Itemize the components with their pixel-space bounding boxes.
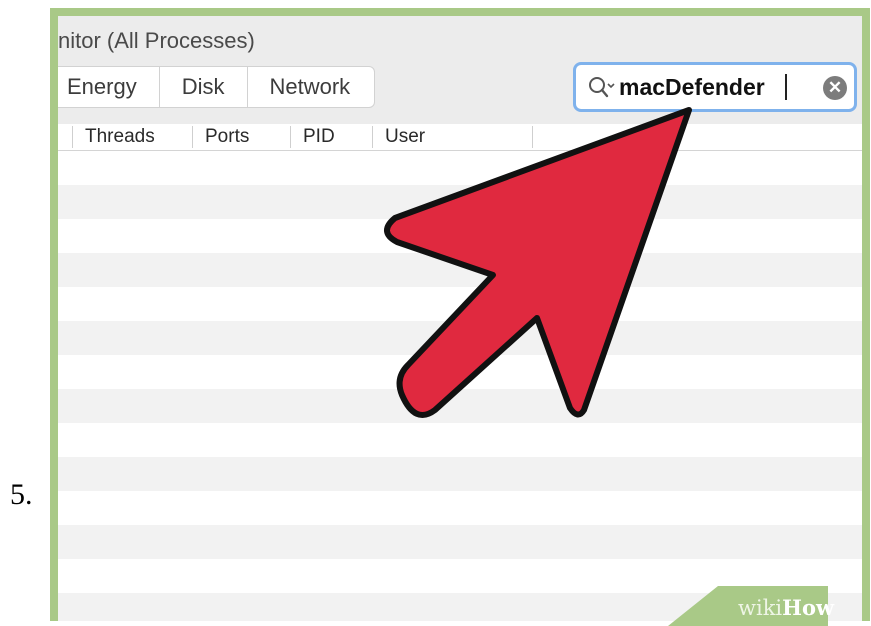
watermark-how: How xyxy=(782,595,835,620)
red-pointer-arrow-icon xyxy=(384,107,692,418)
wikihow-watermark: wikiHow xyxy=(738,595,834,620)
watermark-wiki: wiki xyxy=(738,596,783,620)
